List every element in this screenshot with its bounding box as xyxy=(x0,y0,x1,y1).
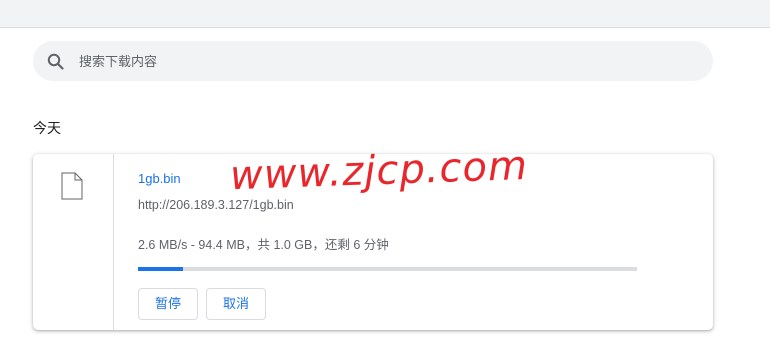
progress-bar xyxy=(138,267,637,271)
pause-button[interactable]: 暂停 xyxy=(138,288,198,320)
section-title-today: 今天 xyxy=(33,120,61,136)
file-url[interactable]: http://206.189.3.127/1gb.bin xyxy=(138,198,294,212)
search-bar[interactable] xyxy=(33,41,713,81)
file-icon xyxy=(61,172,83,200)
progress-fill xyxy=(138,267,183,271)
file-icon-column xyxy=(33,154,114,330)
search-input[interactable] xyxy=(79,41,679,81)
search-icon xyxy=(47,53,64,70)
cancel-button[interactable]: 取消 xyxy=(206,288,266,320)
top-bar xyxy=(0,0,770,28)
download-status: 2.6 MB/s - 94.4 MB，共 1.0 GB，还剩 6 分钟 xyxy=(138,238,389,252)
file-name-link[interactable]: 1gb.bin xyxy=(138,171,181,186)
